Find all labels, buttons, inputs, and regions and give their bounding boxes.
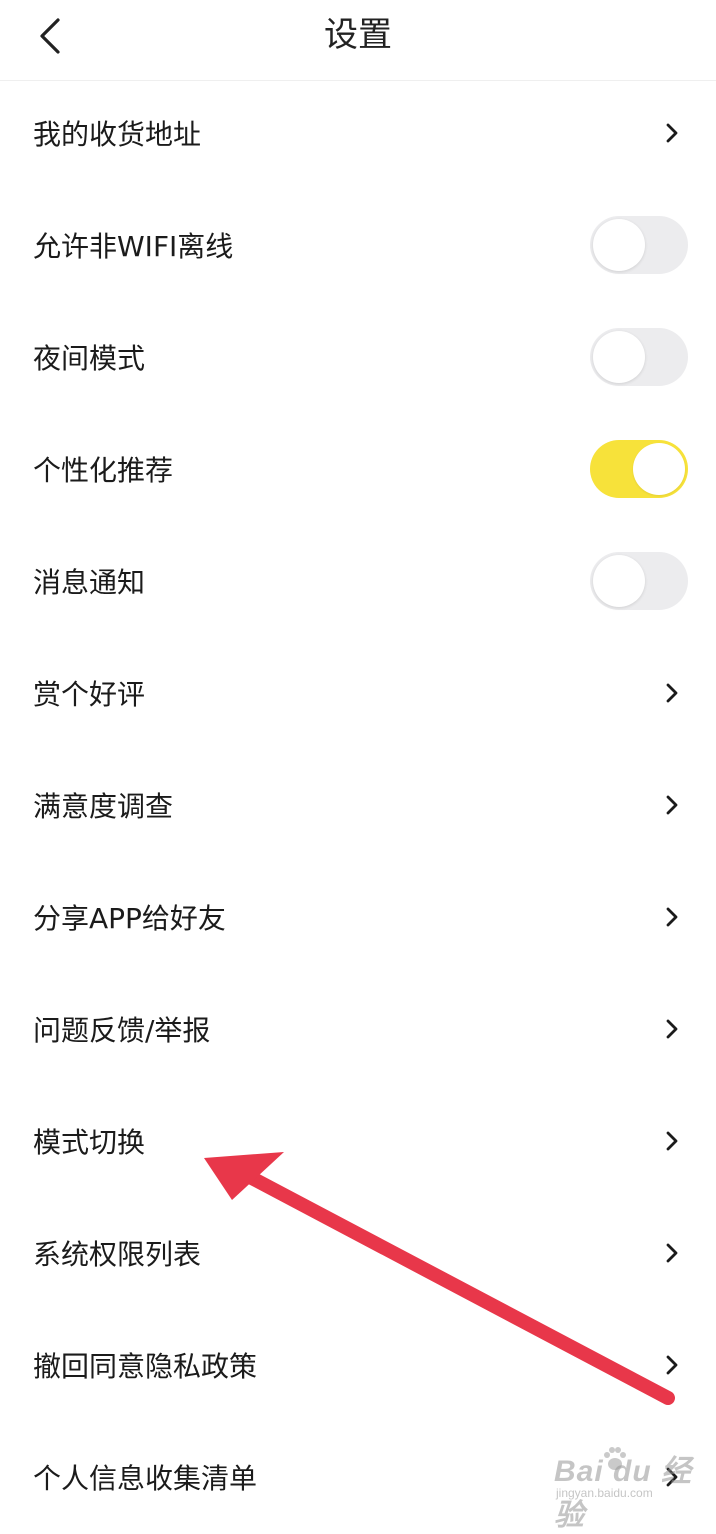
settings-row-label: 消息通知 [33, 566, 146, 599]
chevron-right-icon [666, 123, 678, 143]
toggle-knob [593, 555, 645, 607]
settings-list: 我的收货地址 允许非WIFI离线 夜间模式个性化推荐消息通知赏个好评满意度调查分享A… [0, 77, 716, 1533]
settings-row-label: 撤回同意隐私政策 [33, 1350, 258, 1383]
settings-row[interactable]: 满意度调查 [0, 749, 716, 861]
toggle-switch[interactable] [590, 328, 688, 386]
settings-row-label: 我的收货地址 [33, 118, 202, 151]
chevron-right-icon [666, 795, 678, 815]
settings-row[interactable]: 允许非WIFI离线 [0, 189, 716, 301]
settings-row-label: 满意度调查 [33, 790, 174, 823]
toggle-switch[interactable] [590, 440, 688, 498]
chevron-right-icon [666, 1019, 678, 1039]
settings-row-label: 分享APP给好友 [33, 902, 226, 935]
settings-row[interactable]: 模式切换 [0, 1085, 716, 1197]
settings-row-label: 赏个好评 [33, 678, 146, 711]
toggle-knob [593, 219, 645, 271]
page-title: 设置 [324, 15, 392, 55]
toggle-knob [593, 331, 645, 383]
chevron-right-icon [666, 1131, 678, 1151]
settings-row-label: 个性化推荐 [33, 454, 174, 487]
settings-row[interactable]: 夜间模式 [0, 301, 716, 413]
chevron-right-icon [666, 683, 678, 703]
settings-row-label: 允许非WIFI离线 [33, 230, 234, 263]
top-bar: 设置 [0, 0, 716, 81]
settings-row-label: 个人信息收集清单 [33, 1462, 258, 1495]
settings-row[interactable]: 消息通知 [0, 525, 716, 637]
chevron-right-icon [666, 907, 678, 927]
settings-row[interactable]: 分享APP给好友 [0, 861, 716, 973]
settings-row[interactable]: 系统权限列表 [0, 1197, 716, 1309]
settings-row-label: 问题反馈/举报 [33, 1014, 211, 1047]
settings-row[interactable]: 赏个好评 [0, 637, 716, 749]
toggle-switch[interactable] [590, 552, 688, 610]
settings-row-label: 系统权限列表 [33, 1238, 202, 1271]
toggle-knob [633, 443, 685, 495]
settings-row[interactable]: 问题反馈/举报 [0, 973, 716, 1085]
chevron-right-icon [666, 1243, 678, 1263]
settings-row[interactable]: 我的收货地址 [0, 77, 716, 189]
chevron-right-icon [666, 1467, 678, 1487]
settings-row[interactable]: 撤回同意隐私政策 [0, 1309, 716, 1421]
settings-row[interactable]: 个性化推荐 [0, 413, 716, 525]
settings-row-label: 夜间模式 [33, 342, 146, 375]
settings-row-label: 模式切换 [33, 1126, 146, 1159]
chevron-right-icon [666, 1355, 678, 1375]
toggle-switch[interactable] [590, 216, 688, 274]
settings-row[interactable]: 个人信息收集清单 [0, 1421, 716, 1533]
